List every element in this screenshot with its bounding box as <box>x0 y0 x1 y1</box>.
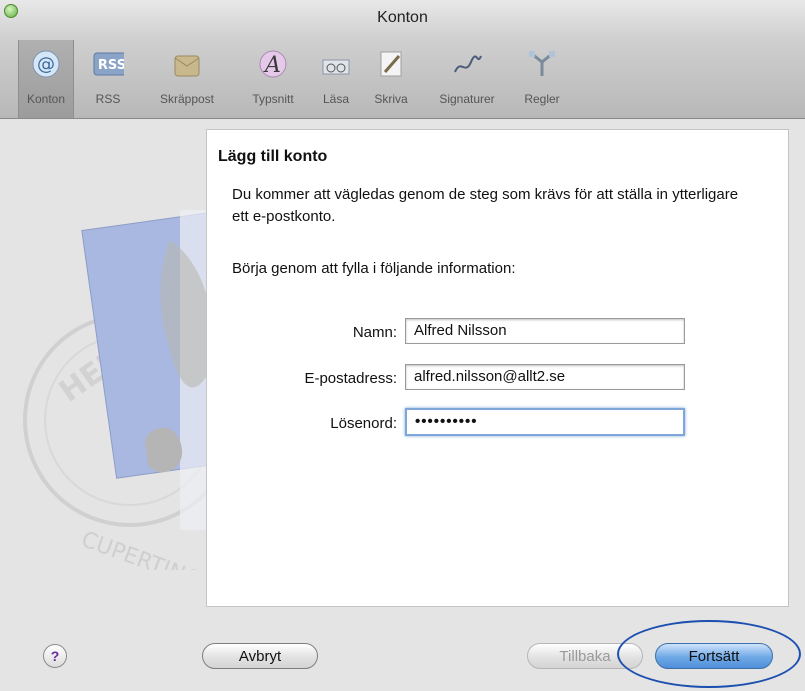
svg-text:A: A <box>263 53 281 78</box>
window-title: Konton <box>377 9 428 26</box>
toolbar-label: Typsnitt <box>252 92 294 106</box>
name-field[interactable]: Alfred Nilsson <box>405 318 685 344</box>
email-field[interactable]: alfred.nilsson@allt2.se <box>405 364 685 390</box>
title-bar: Konton <box>0 0 805 40</box>
glasses-icon <box>320 48 352 80</box>
toolbar-label: Skriva <box>374 92 408 106</box>
toolbar-item-regler[interactable]: Regler <box>514 40 570 118</box>
toolbar-item-skrappost[interactable]: Skräppost <box>142 40 232 118</box>
intro-text: Du kommer att vägledas genom de steg som… <box>232 186 739 225</box>
toolbar-item-typsnitt[interactable]: A Typsnitt <box>238 40 308 118</box>
toolbar-item-rss[interactable]: RSS RSS <box>86 40 130 118</box>
pencil-icon <box>375 48 407 80</box>
toolbar-label: Regler <box>524 92 560 106</box>
password-field[interactable]: •••••••••• <box>405 408 685 436</box>
at-icon: @ <box>30 48 62 80</box>
toolbar-label: RSS <box>95 92 121 106</box>
svg-text:@: @ <box>37 54 55 75</box>
instruction-text: Börja genom att fylla i följande informa… <box>232 260 516 277</box>
highlight-annotation-circle <box>617 620 801 688</box>
preferences-toolbar: @ Konton RSS RSS Skräppost A Typsnitt Lä… <box>0 40 805 119</box>
toolbar-label: Skräppost <box>159 92 215 106</box>
name-label: Namn: <box>352 324 397 341</box>
dialog-heading: Lägg till konto <box>218 148 328 165</box>
svg-text:RSS: RSS <box>98 58 124 73</box>
toolbar-item-konton[interactable]: @ Konton <box>18 40 74 118</box>
toolbar-item-lasa[interactable]: Läsa <box>314 40 358 118</box>
junk-mail-icon <box>171 48 203 80</box>
email-label: E-postadress: <box>304 370 397 387</box>
toolbar-label: Signaturer <box>439 92 495 106</box>
rules-icon <box>526 48 558 80</box>
toolbar-item-signaturer[interactable]: Signaturer <box>422 40 512 118</box>
toolbar-item-skriva[interactable]: Skriva <box>366 40 416 118</box>
toolbar-label: Konton <box>26 92 66 106</box>
password-label: Lösenord: <box>330 415 397 432</box>
toolbar-label: Läsa <box>322 92 350 106</box>
signature-icon <box>451 48 483 80</box>
help-button[interactable]: ? <box>43 644 67 668</box>
cancel-button[interactable]: Avbryt <box>202 643 318 669</box>
rss-icon: RSS <box>92 48 124 80</box>
font-icon: A <box>257 48 289 80</box>
